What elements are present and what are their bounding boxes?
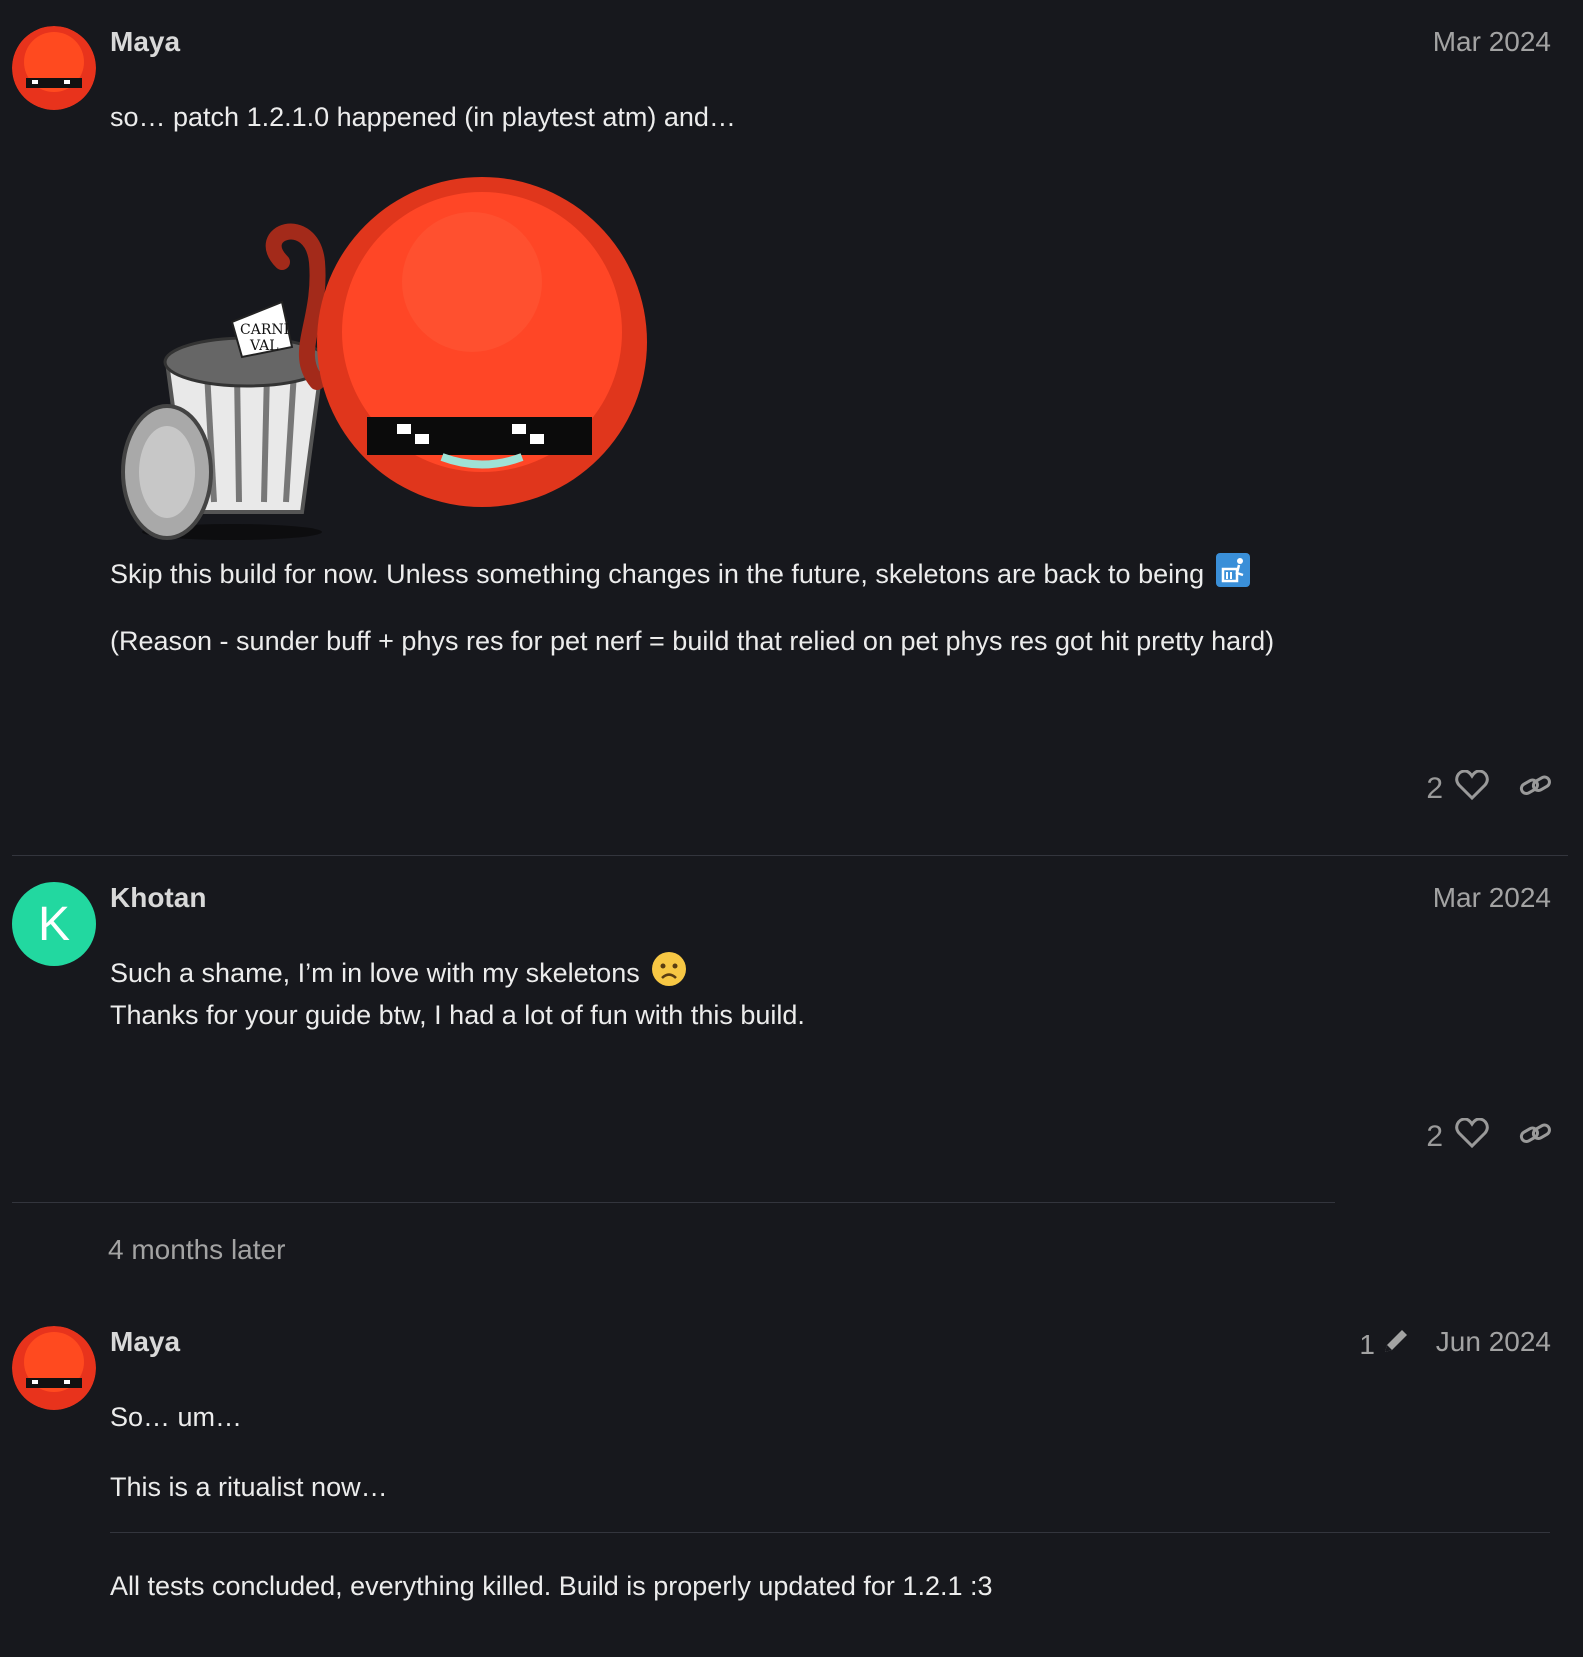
username[interactable]: Khotan: [110, 882, 206, 914]
like-count: 2: [1426, 1120, 1443, 1153]
copy-link-button[interactable]: [1519, 1120, 1553, 1154]
post-text-line: Thanks for your guide btw, I had a lot o…: [110, 1000, 805, 1030]
post-date[interactable]: Mar 2024: [1433, 26, 1551, 58]
post-actions: 2: [1426, 1117, 1553, 1156]
link-icon: [1519, 772, 1553, 806]
heart-icon: [1455, 1117, 1489, 1156]
frowning-face-emoji: [651, 951, 687, 999]
avatar-khotan[interactable]: K: [12, 882, 96, 966]
post-1: Maya Mar 2024 so… patch 1.2.1.0 happened…: [0, 0, 1583, 850]
post-text-span: Skip this build for now. Unless somethin…: [110, 559, 1205, 590]
post-3: Maya 1 Jun 2024 So… um… This is a ritual…: [0, 1300, 1583, 1657]
post-actions: 2: [1426, 769, 1553, 808]
edit-count: 1: [1359, 1328, 1375, 1360]
copy-link-button[interactable]: [1519, 772, 1553, 806]
avatar-maya[interactable]: [12, 1326, 96, 1410]
post-text-line: Skip this build for now. Unless somethin…: [110, 553, 1250, 599]
post-2: K Khotan Mar 2024 Such a shame, I’m in l…: [0, 856, 1583, 1201]
post-text-span: Such a shame, I’m in love with my skelet…: [110, 958, 640, 989]
post-date[interactable]: Mar 2024: [1433, 882, 1551, 914]
pencil-icon: [1381, 1326, 1411, 1363]
avatar-letter: K: [37, 897, 70, 951]
wastebasket-emoji: [1215, 553, 1250, 599]
horizontal-rule: [110, 1532, 1550, 1533]
post-text-line: Such a shame, I’m in love with my skelet…: [110, 951, 687, 999]
post-date[interactable]: Jun 2024: [1436, 1326, 1551, 1358]
edit-history-button[interactable]: 1: [1359, 1326, 1411, 1363]
post-text-line: This is a ritualist now…: [110, 1472, 388, 1502]
trash-and-fluffball-image: CARNI VAL: [121, 177, 647, 540]
post-text-line: All tests concluded, everything killed. …: [110, 1571, 993, 1601]
time-gap-label: 4 months later: [108, 1234, 286, 1265]
username[interactable]: Maya: [110, 26, 180, 58]
post-text-line: (Reason - sunder buff + phys res for pet…: [110, 626, 1275, 656]
heart-icon: [1455, 769, 1489, 808]
post-text-line: So… um…: [110, 1402, 243, 1432]
image-caption: CARNI: [240, 322, 289, 338]
like-count: 2: [1426, 772, 1443, 805]
link-icon: [1519, 1120, 1553, 1154]
svg-text:VAL: VAL: [249, 338, 279, 354]
like-button[interactable]: 2: [1426, 1117, 1489, 1156]
username[interactable]: Maya: [110, 1326, 180, 1358]
avatar-maya[interactable]: [12, 26, 96, 110]
like-button[interactable]: 2: [1426, 769, 1489, 808]
post-divider: [12, 1202, 1335, 1203]
post-image[interactable]: CARNI VAL: [112, 172, 682, 542]
post-text-line: so… patch 1.2.1.0 happened (in playtest …: [110, 102, 736, 132]
